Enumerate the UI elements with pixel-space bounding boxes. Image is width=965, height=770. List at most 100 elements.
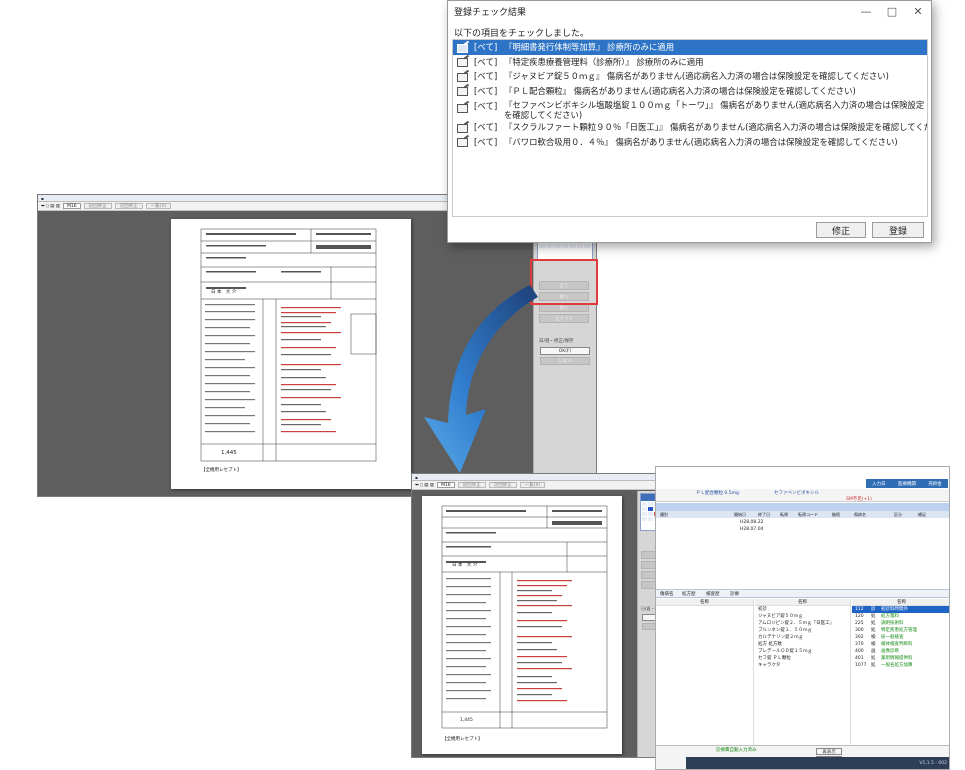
column-title: 名称 xyxy=(656,599,753,606)
viewer-toolbar: ⬅ ▯ ▤ ▥ M16 前回修正 次回修正 一覧(X) xyxy=(412,481,688,490)
edit-icon xyxy=(457,72,468,82)
list-item[interactable]: 112 診初診料時間外 xyxy=(852,606,949,613)
edit-icon xyxy=(457,86,468,97)
total-points: 1,445 xyxy=(221,450,237,456)
refresh-button[interactable]: 再表示 xyxy=(816,748,842,755)
list-item[interactable]: ブレデールＯＤ錠１５ｍｇ xyxy=(755,648,850,655)
prev-edit-button[interactable]: 前回修正 xyxy=(83,203,112,209)
list-item[interactable]: カルデナリン錠２ｍｇ xyxy=(755,634,850,641)
receipt-paper: 日 本 大 介 1,445 【全機用レセプト】 xyxy=(422,496,622,754)
receipt-footer: 【全機用レセプト】 xyxy=(201,468,242,473)
minimize-button[interactable]: — xyxy=(853,2,879,20)
header-item[interactable]: 入力日 xyxy=(872,481,886,487)
list-item[interactable]: 401 処薬剤情報提供料 xyxy=(852,655,949,662)
list-item[interactable]: 400 画画像診断 xyxy=(852,648,949,655)
result-message: 『ＰＬ配合顆粒』 傷病名がありません(適応病名入力済の場合は保険設定を確認してく… xyxy=(504,85,856,96)
result-row[interactable]: [ベて] 『ＰＬ配合顆粒』 傷病名がありません(適応病名入力済の場合は保険設定を… xyxy=(453,84,927,99)
fix-button[interactable]: 修正 xyxy=(816,222,866,238)
page-number-box[interactable]: M16 xyxy=(437,482,455,488)
result-message: 『明細書発行体制等加算』 診療所のみに適用 xyxy=(504,42,675,53)
list-item[interactable]: 370 検検体検査判断料 xyxy=(852,641,949,648)
result-row[interactable]: [ベて] 『セファベンビボキシル塩酸塩錠１００ｍｇ「トーワ」』 傷病名がありませ… xyxy=(453,98,927,120)
list-item[interactable]: 300 処特定疾患処方管理 xyxy=(852,627,949,634)
result-tag: [ベて] xyxy=(474,101,498,111)
result-row[interactable]: [ベて] 『明細書発行体制等加算』 診療所のみに適用 xyxy=(453,40,927,55)
disease-table-header: 種別 開始日 終了日 転帰 転帰コード 継続 傷病名 区分 補足 xyxy=(656,511,949,518)
toolbar-icons[interactable]: ⬅ ▯ ▤ ▥ xyxy=(41,204,60,209)
disease-date[interactable]: H28.07.04 xyxy=(740,527,763,532)
list-button[interactable]: 一覧(X) xyxy=(145,203,172,209)
dialog-title: 登録チェック結果 xyxy=(454,7,527,18)
viewer-app-icon: ▪ xyxy=(415,474,418,480)
list-item[interactable]: 120 処処方箋料 xyxy=(852,613,949,620)
list-item[interactable]: キャラクタ xyxy=(755,662,850,669)
result-tag: [ベて] xyxy=(474,122,498,133)
patient-name: 日 本 大 介 xyxy=(211,290,237,295)
receipt-paper: 日 本 大 介 1,445 【全機用レセプト】 xyxy=(171,219,411,489)
total-points: 1,445 xyxy=(460,718,473,723)
register-button[interactable]: 登録 xyxy=(872,222,924,238)
list-item[interactable]: 225 処調剤技術料 xyxy=(852,620,949,627)
tab-disease[interactable]: 傷病名 xyxy=(660,591,674,597)
app-tab-bar: 傷病名 処方歴 検査歴 診療 xyxy=(656,589,949,598)
header-item[interactable]: 売掛金 xyxy=(928,481,942,487)
list-item[interactable]: 初診 xyxy=(755,606,850,613)
right-column: 名称 112 診初診料時間外 120 処処方箋料 225 処調剤技術料 300 処特定疾… xyxy=(852,599,949,745)
tab-treatment[interactable]: 診療 xyxy=(730,591,739,597)
result-tag: [ベて] xyxy=(474,136,498,147)
receipt-form-lines xyxy=(200,228,377,462)
prev-edit-button[interactable]: 前回修正 xyxy=(457,482,486,488)
left-column: 名称 xyxy=(656,599,754,745)
list-item[interactable]: ブルンネン錠１．５０ｍｇ xyxy=(755,627,850,634)
medical-billing-app: 入力日 医療機関 売掛金 ＰＬ配合顆粒 0.5mg セファベンビボキシル SM不… xyxy=(655,466,950,770)
version-label: V1.1.5 - 002 xyxy=(919,761,947,766)
list-item[interactable]: アムロジピン錠２．５ｍｇ「日医工」 xyxy=(755,620,850,627)
list-button[interactable]: 一覧(X) xyxy=(519,482,546,488)
next-edit-button[interactable]: 次回修正 xyxy=(488,482,517,488)
page-number-box[interactable]: M16 xyxy=(63,203,81,209)
list-item[interactable]: 処方 処方数 xyxy=(755,641,850,648)
disease-date[interactable]: H28.08.22 xyxy=(740,520,763,525)
close-button[interactable]: ✕ xyxy=(905,2,931,20)
result-tag: [ベて] xyxy=(474,56,498,67)
maximize-button[interactable]: □ xyxy=(879,2,905,20)
message-item: セファベンビボキシル xyxy=(774,491,819,496)
result-row[interactable]: [ベて] 『スクラルファート顆粒９０％「日医工」』 傷病名がありません(適応病名… xyxy=(453,120,927,135)
middle-column: 名称 初診 ジャヌビア錠５０ｍｇ アムロジピン錠２．５ｍｇ「日医工」 ブルンネン… xyxy=(755,599,851,745)
result-row[interactable]: [ベて] 『特定疾患療養管理料（診療所）』 診療所のみに適用 xyxy=(453,55,927,70)
tab-test[interactable]: 検査歴 xyxy=(706,591,720,597)
result-message: 『セファベンビボキシル塩酸塩錠１００ｍｇ「トーワ」』 傷病名がありません(適応病… xyxy=(504,100,925,120)
check-result-list[interactable]: [ベて] 『明細書発行体制等加算』 診療所のみに適用 [ベて] 『特定疾患療養管… xyxy=(452,39,928,217)
list-item[interactable]: ジャヌビア錠５０ｍｇ xyxy=(755,613,850,620)
result-row[interactable]: [ベて] 『ジャヌビア錠５０ｍｇ』 傷病名がありません(適応病名入力済の場合は保… xyxy=(453,69,927,84)
list-item[interactable]: セフ錠 ＰＬ顆粒 xyxy=(755,655,850,662)
result-message: 『スクラルファート顆粒９０％「日医工」』 傷病名がありません(適応病名入力済の場… xyxy=(504,122,927,133)
app-titlebar xyxy=(656,467,949,477)
app-status-bar: V1.1.5 - 002 xyxy=(686,757,949,769)
edit-icon xyxy=(457,43,468,53)
result-tag: [ベて] xyxy=(474,71,498,82)
auto-input-note: 診療費自動入力済み xyxy=(716,748,757,753)
column-title: 名称 xyxy=(852,599,949,606)
list-item[interactable]: 302 検尿一般検査 xyxy=(852,634,949,641)
message-item: SM不足(+1) xyxy=(846,497,872,502)
result-message: 『特定疾患療養管理料（診療所）』 診療所のみに適用 xyxy=(504,56,704,67)
registration-check-dialog: 登録チェック結果 — □ ✕ 以下の項目をチェックしました。 [ベて] 『明細書… xyxy=(447,0,932,243)
edit-icon xyxy=(457,137,468,148)
patient-name: 日 本 大 介 xyxy=(452,563,478,568)
tab-prescription[interactable]: 処方歴 xyxy=(682,591,696,597)
viewer-titlebar: ▪ xyxy=(412,474,688,481)
list-item[interactable]: 1077 処一般名処方加算 xyxy=(852,662,949,669)
next-edit-button[interactable]: 次回修正 xyxy=(114,203,143,209)
result-tag: [ベて] xyxy=(474,85,498,96)
flow-arrow xyxy=(424,285,538,473)
toolbar-icons[interactable]: ⬅ ▯ ▤ ▥ xyxy=(415,483,434,488)
message-item: ＰＬ配合顆粒 0.5mg xyxy=(696,491,739,496)
edit-icon xyxy=(457,123,468,133)
message-bar: ＰＬ配合顆粒 0.5mg セファベンビボキシル SM不足(+1) xyxy=(656,489,949,502)
receipt-form-lines xyxy=(441,505,608,729)
result-row[interactable]: [ベて] 『バワロ軟合吸用０．４％』 傷病名がありません(適応病名入力済の場合は… xyxy=(453,135,927,150)
header-item[interactable]: 医療機関 xyxy=(898,481,916,487)
result-tag: [ベて] xyxy=(474,42,498,53)
app-header-tabs: 入力日 医療機関 売掛金 xyxy=(866,479,948,488)
